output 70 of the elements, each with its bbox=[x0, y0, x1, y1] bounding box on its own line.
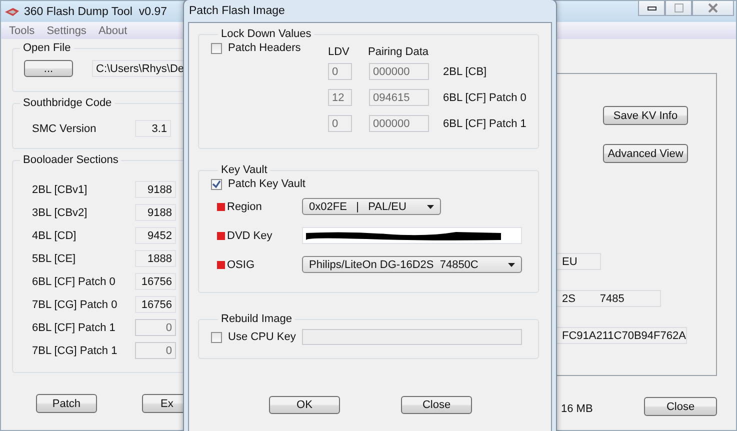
field-label: 6BL [CF] Patch 0 bbox=[32, 276, 116, 288]
pairing-field[interactable]: 000000 bbox=[369, 63, 429, 80]
required-marker-icon bbox=[217, 202, 225, 210]
kv-button[interactable]: Advanced View bbox=[603, 144, 688, 163]
required-marker-icon bbox=[217, 260, 225, 268]
ldv-field[interactable]: 12 bbox=[328, 89, 352, 106]
pairing-field[interactable]: 000000 bbox=[369, 115, 429, 132]
dialog-button[interactable]: OK bbox=[269, 396, 340, 414]
menu-item[interactable]: Settings bbox=[46, 24, 86, 36]
window-title: 360 Flash Dump Tool v0.97 bbox=[24, 6, 167, 18]
checkbox[interactable] bbox=[211, 332, 222, 342]
column-header: LDV bbox=[328, 46, 350, 58]
dropdown[interactable]: Philips/LiteOn DG-16D2S 74850C bbox=[302, 256, 522, 273]
close-button[interactable] bbox=[692, 1, 734, 16]
app-icon bbox=[5, 6, 19, 16]
field-label: SMC Version bbox=[32, 122, 96, 134]
pairing-field[interactable]: 094615 bbox=[369, 89, 429, 106]
dialog-title: Patch Flash Image bbox=[188, 4, 286, 19]
field-label: 4BL [CD] bbox=[32, 230, 76, 242]
kv-button[interactable]: Save KV Info bbox=[603, 106, 688, 125]
checkbox[interactable] bbox=[211, 42, 222, 54]
patch-button[interactable]: Patch bbox=[36, 394, 97, 413]
field-label: 7BL [CG] Patch 0 bbox=[32, 298, 118, 310]
checkbox-label: Patch Key Vault bbox=[228, 178, 306, 190]
field-label: 6BL [CF] Patch 1 bbox=[32, 322, 116, 334]
minimize-icon bbox=[646, 5, 656, 11]
group-title: Southbridge Code bbox=[22, 97, 113, 109]
row-label: 6BL [CF] Patch 0 bbox=[443, 92, 528, 104]
maximize-icon bbox=[674, 3, 684, 13]
minimize-button[interactable] bbox=[638, 1, 665, 16]
value-field[interactable]: 3.1 bbox=[135, 120, 171, 137]
menu-item[interactable]: About bbox=[98, 24, 128, 36]
column-header: Pairing Data bbox=[368, 46, 429, 58]
caret-icon bbox=[427, 204, 434, 208]
checkbox-label: Patch Headers bbox=[228, 42, 301, 54]
value-field[interactable]: 16756 bbox=[135, 273, 176, 290]
group-title: Key Vault bbox=[220, 164, 268, 176]
field-label: 3BL [CBv2] bbox=[32, 206, 88, 218]
field-label: OSIG bbox=[227, 258, 256, 270]
checkbox[interactable] bbox=[211, 178, 222, 190]
group-title: Rebuild Image bbox=[220, 313, 293, 325]
field-label: 2BL [CBv1] bbox=[32, 184, 88, 196]
group-title: Booloader Sections bbox=[22, 154, 120, 166]
close-button[interactable]: Close bbox=[644, 397, 717, 416]
close-icon bbox=[707, 3, 719, 13]
value-field[interactable]: 9188 bbox=[135, 204, 176, 221]
menu-item[interactable]: Tools bbox=[9, 24, 35, 36]
required-marker-icon bbox=[217, 232, 225, 240]
checkbox-label: Use CPU Key bbox=[228, 331, 296, 343]
field-label: 7BL [CG] Patch 1 bbox=[32, 344, 118, 356]
group-title: Open File bbox=[22, 42, 72, 54]
row-label: 2BL [CB] bbox=[443, 66, 488, 78]
field-label: 5BL [CE] bbox=[32, 252, 76, 264]
dialog-button[interactable]: Close bbox=[401, 396, 472, 414]
dropdown[interactable]: 0x02FE | PAL/EU bbox=[302, 198, 441, 215]
row-label: 6BL [CF] Patch 1 bbox=[443, 118, 528, 130]
value-field[interactable]: 1888 bbox=[135, 250, 176, 267]
size-text: 16 MB bbox=[561, 402, 593, 414]
value-field[interactable]: 9188 bbox=[135, 181, 176, 198]
field-label: Region bbox=[227, 200, 263, 212]
value-field[interactable]: 9452 bbox=[135, 227, 176, 244]
ldv-field[interactable]: 0 bbox=[328, 115, 352, 132]
field-label: DVD Key bbox=[227, 230, 274, 242]
browse-button[interactable]: ... bbox=[24, 60, 73, 77]
dvd-key-field[interactable] bbox=[302, 227, 522, 244]
value-field[interactable]: 16756 bbox=[135, 296, 176, 313]
ldv-field[interactable]: 0 bbox=[328, 63, 352, 80]
caret-icon bbox=[508, 262, 515, 266]
group-title: Lock Down Values bbox=[220, 28, 312, 40]
cpu-key-field[interactable] bbox=[302, 329, 522, 345]
